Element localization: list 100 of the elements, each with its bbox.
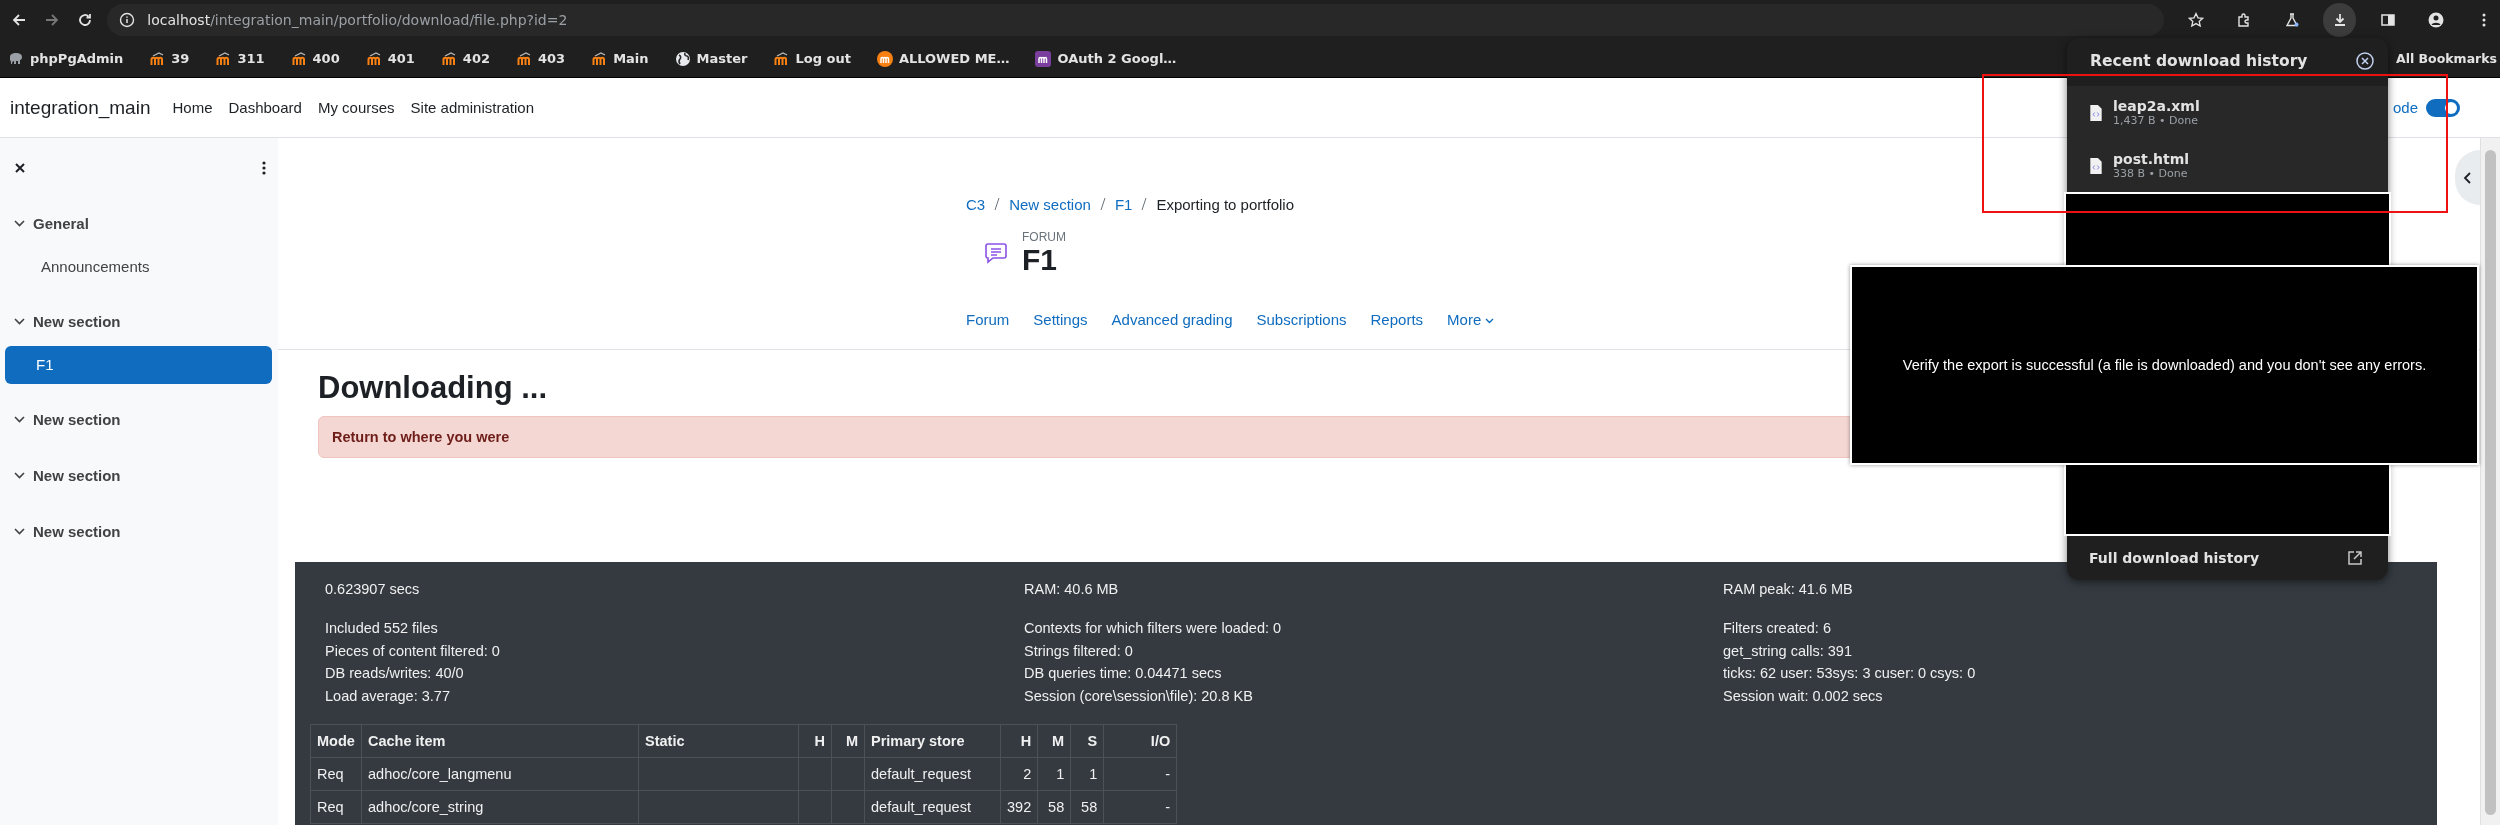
edit-mode-label: ode xyxy=(2392,99,2418,116)
table-cell: 392 xyxy=(1000,790,1038,824)
tab[interactable]: Settings xyxy=(1021,305,1100,343)
nav-link[interactable]: Site administration xyxy=(410,99,534,116)
full-history-link[interactable]: Full download history xyxy=(2089,550,2260,566)
table-cell: Req xyxy=(310,757,362,791)
bookmark-link[interactable]: 400 xyxy=(312,51,340,66)
chevron-down-icon[interactable] xyxy=(14,469,25,481)
file-icon xyxy=(2089,103,2103,122)
section-title[interactable]: New section xyxy=(33,410,121,428)
bookmark-link[interactable]: 401 xyxy=(387,51,415,66)
column-header: S xyxy=(1070,724,1104,758)
forward-arrow-icon[interactable] xyxy=(43,12,60,28)
page-heading: Downloading ... xyxy=(318,369,548,407)
site-name[interactable]: integration_main xyxy=(10,96,151,119)
section-title[interactable]: New section xyxy=(33,312,121,330)
puzzle-piece-icon[interactable] xyxy=(2235,12,2252,28)
nav-link[interactable]: Home xyxy=(172,99,213,116)
side-panel-icon[interactable] xyxy=(2379,12,2396,28)
breadcrumb-link[interactable]: New section xyxy=(1009,195,1091,213)
performance-stat: Included 552 files xyxy=(325,619,439,638)
scrollbar[interactable] xyxy=(2480,138,2500,825)
activity-type-label: FORUM xyxy=(1022,230,1066,244)
chevron-left-icon[interactable] xyxy=(2463,171,2472,184)
performance-stat: ticks: 62 user: 53sys: 3 cuser: 0 csys: 0 xyxy=(1723,664,1977,683)
chevron-down-icon[interactable] xyxy=(14,315,25,327)
tab[interactable]: More xyxy=(1435,305,1507,343)
nav-link[interactable]: Dashboard xyxy=(228,99,302,116)
external-link-icon[interactable] xyxy=(2347,550,2363,566)
tab[interactable]: Reports xyxy=(1358,305,1436,343)
column-header: Primary store xyxy=(864,724,1001,758)
bookmark-link[interactable]: Log out xyxy=(795,51,851,66)
column-header: Mode xyxy=(310,724,362,758)
caret-icon[interactable] xyxy=(1485,317,1495,325)
bookmark-link[interactable]: ALLOWED ME… xyxy=(898,51,1010,66)
course-index-item[interactable]: F1 xyxy=(5,346,272,384)
activity-title: F1 xyxy=(1022,244,1058,276)
popup-title: Recent download history xyxy=(2090,52,2308,70)
breadcrumb-link[interactable]: C3 xyxy=(966,195,986,213)
breadcrumb-link[interactable]: F1 xyxy=(1114,195,1133,213)
close-icon[interactable] xyxy=(14,162,26,174)
performance-stat: Strings filtered: 0 xyxy=(1024,641,1134,661)
forum-icon xyxy=(984,241,1008,265)
bookmark-link[interactable]: Master xyxy=(696,51,748,66)
star-icon[interactable] xyxy=(2187,12,2204,28)
section-title[interactable]: General xyxy=(33,214,89,232)
table-cell: adhoc/core_string xyxy=(361,790,639,824)
course-index-item[interactable]: Announcements xyxy=(5,248,272,286)
moodle-logo-icon xyxy=(773,50,790,67)
chevron-down-icon[interactable] xyxy=(14,413,25,425)
bookmark-link[interactable]: phpPgAdmin xyxy=(30,51,124,66)
file-name: post.html xyxy=(2113,151,2190,167)
moodle-logo-icon xyxy=(215,50,232,67)
file-name: leap2a.xml xyxy=(2113,98,2200,114)
download-item[interactable]: post.html 338 B • Done xyxy=(2067,139,2388,192)
table-cell: default_request xyxy=(864,790,1001,824)
table-cell: 1 xyxy=(1037,757,1071,791)
chevron-down-icon[interactable] xyxy=(14,217,25,229)
reload-icon[interactable] xyxy=(76,12,93,28)
info-icon[interactable] xyxy=(119,12,136,28)
table-cell: adhoc/core_langmenu xyxy=(361,757,639,791)
performance-stat: Load average: 3.77 xyxy=(325,686,451,706)
more-options-icon[interactable] xyxy=(262,161,266,175)
tab[interactable]: Subscriptions xyxy=(1244,305,1359,343)
elephant-icon xyxy=(8,50,24,67)
download-item[interactable]: leap2a.xml 1,437 B • Done xyxy=(2067,86,2388,139)
tab[interactable]: Forum xyxy=(954,305,1022,343)
table-cell: 2 xyxy=(1000,757,1038,791)
address-bar[interactable]: localhost/integration_main/portfolio/download/file.php?id=2 xyxy=(107,4,2165,36)
moodle-logo-icon xyxy=(876,50,893,67)
performance-stat: Session (core\session\file): 20.8 KB xyxy=(1024,686,1254,706)
nav-link[interactable]: My courses xyxy=(317,99,395,116)
return-link[interactable]: Return to where you were xyxy=(332,429,510,445)
bookmark-link[interactable]: Main xyxy=(613,51,649,66)
profile-icon[interactable] xyxy=(2427,12,2444,28)
performance-stat: Pieces of content filtered: 0 xyxy=(325,641,501,661)
tab[interactable]: Advanced grading xyxy=(1099,305,1245,343)
bookmark-link[interactable]: 402 xyxy=(462,51,490,66)
edit-mode-toggle[interactable] xyxy=(2426,98,2460,117)
instruction-text: Verify the export is successful (a file is downloaded) and you don't see any errors. xyxy=(1902,357,2427,373)
bookmark-link[interactable]: OAuth 2 Googl… xyxy=(1057,51,1177,66)
bookmark-link[interactable]: 39 xyxy=(171,51,190,66)
back-arrow-icon[interactable] xyxy=(10,12,27,28)
column-header: Static xyxy=(638,724,799,758)
all-bookmarks-button[interactable]: All Bookmarks xyxy=(2396,51,2497,66)
section-title[interactable]: New section xyxy=(33,522,121,540)
table-cell: 58 xyxy=(1070,790,1104,824)
moodle-logo-icon xyxy=(516,50,532,67)
section-title[interactable]: New section xyxy=(33,466,121,484)
breadcrumb-separator-icon xyxy=(1140,197,1149,211)
chevron-down-icon[interactable] xyxy=(14,525,25,537)
performance-stat: 0.623907 secs xyxy=(325,580,421,599)
moodle-logo-icon xyxy=(365,50,382,67)
drawer-toggle-button[interactable] xyxy=(2455,150,2480,205)
bookmark-link[interactable]: 311 xyxy=(237,51,265,66)
performance-stat: RAM: 40.6 MB xyxy=(1024,580,1120,599)
performance-stat: RAM peak: 41.6 MB xyxy=(1723,580,1854,599)
performance-stat: Contexts for which filters were loaded: 0 xyxy=(1024,619,1283,638)
bookmark-link[interactable]: 403 xyxy=(538,51,566,66)
flask-icon[interactable] xyxy=(2283,12,2300,28)
